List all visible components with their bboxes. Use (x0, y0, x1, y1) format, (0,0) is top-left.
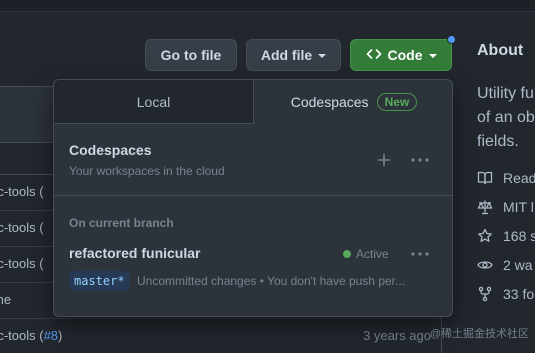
top-strip (0, 0, 535, 12)
go-to-file-label: Go to file (160, 47, 222, 63)
code-dropdown: Local Codespaces New Codespaces Your wor… (53, 79, 453, 317)
tab-local[interactable]: Local (54, 80, 254, 124)
codespaces-more-button[interactable] (408, 148, 432, 172)
code-icon (366, 46, 382, 65)
kebab-horizontal-icon (411, 252, 429, 256)
go-to-file-button[interactable]: Go to file (145, 39, 237, 71)
watermark: @稀土掘金技术社区 (429, 328, 529, 340)
table-row[interactable]: rc-tools (#8) 3 years ago (0, 319, 441, 353)
eye-icon (477, 261, 493, 269)
forks-link[interactable]: 33 fo (477, 286, 534, 302)
code-label: Code (387, 47, 423, 63)
file-row-suffix: ) (58, 328, 63, 343)
file-row-name: rc-tools ( (0, 256, 44, 271)
codespace-more-button[interactable] (408, 242, 432, 266)
plus-icon (377, 153, 391, 167)
file-row-time: 3 years ago (363, 328, 431, 343)
file-row-name-text: rc-tools ( (0, 328, 44, 343)
caret-down-icon (318, 54, 327, 58)
about-description: Utility fu of an ob fields. (477, 82, 535, 154)
file-row-name: rc-tools ( (0, 184, 44, 199)
file-row-name: rc-tools ( (0, 220, 44, 235)
section-label: On current branch (69, 216, 174, 230)
branch-chip: master* (69, 271, 130, 291)
tab-codespaces[interactable]: Codespaces New (254, 80, 452, 124)
add-file-button[interactable]: Add file (246, 39, 341, 71)
watchers-label: 2 wa (503, 257, 533, 273)
dropdown-tabs: Local Codespaces New (54, 80, 452, 124)
codespaces-subtitle: Your workspaces in the cloud (69, 164, 225, 178)
file-row-name: me (0, 292, 12, 307)
fork-icon (478, 286, 492, 302)
new-badge: New (376, 93, 418, 111)
tab-codespaces-label: Codespaces (290, 94, 369, 110)
license-link[interactable]: MIT l (477, 199, 534, 215)
status-dot-icon (343, 250, 351, 258)
new-codespace-button[interactable] (372, 148, 396, 172)
readme-label: Read (503, 170, 535, 186)
about-description-line: of an ob (477, 109, 535, 126)
readme-link[interactable]: Read (477, 170, 535, 186)
scale-icon (477, 200, 493, 215)
add-file-label: Add file (260, 47, 313, 63)
about-description-line: fields. (477, 133, 519, 150)
codespaces-header: Codespaces Your workspaces in the cloud (54, 124, 452, 196)
pr-link[interactable]: #8 (44, 328, 58, 343)
codespace-name[interactable]: refactored funicular (69, 245, 200, 261)
kebab-horizontal-icon (411, 158, 429, 162)
star-icon (478, 228, 492, 242)
page: rc-tools ( rc-tools ( rc-tools ( me rc-t… (0, 0, 535, 353)
book-icon (477, 171, 493, 185)
stars-link[interactable]: 168 s (477, 228, 535, 244)
codespace-status-label: Active (356, 247, 389, 261)
stars-label: 168 s (503, 228, 535, 244)
watchers-link[interactable]: 2 wa (477, 257, 533, 273)
notification-dot (447, 35, 456, 44)
forks-label: 33 fo (503, 286, 535, 302)
about-title: About (477, 42, 524, 59)
file-row-name: rc-tools (#8) (0, 328, 62, 343)
codespace-detail: Uncommitted changes • You don't have pus… (137, 274, 406, 288)
codespace-status: Active (343, 247, 389, 261)
about-description-line: Utility fu (477, 85, 534, 102)
code-button[interactable]: Code (350, 39, 452, 71)
codespaces-title: Codespaces (69, 142, 152, 158)
caret-down-icon (428, 54, 437, 58)
license-label: MIT l (503, 199, 534, 215)
tab-local-label: Local (136, 93, 171, 110)
